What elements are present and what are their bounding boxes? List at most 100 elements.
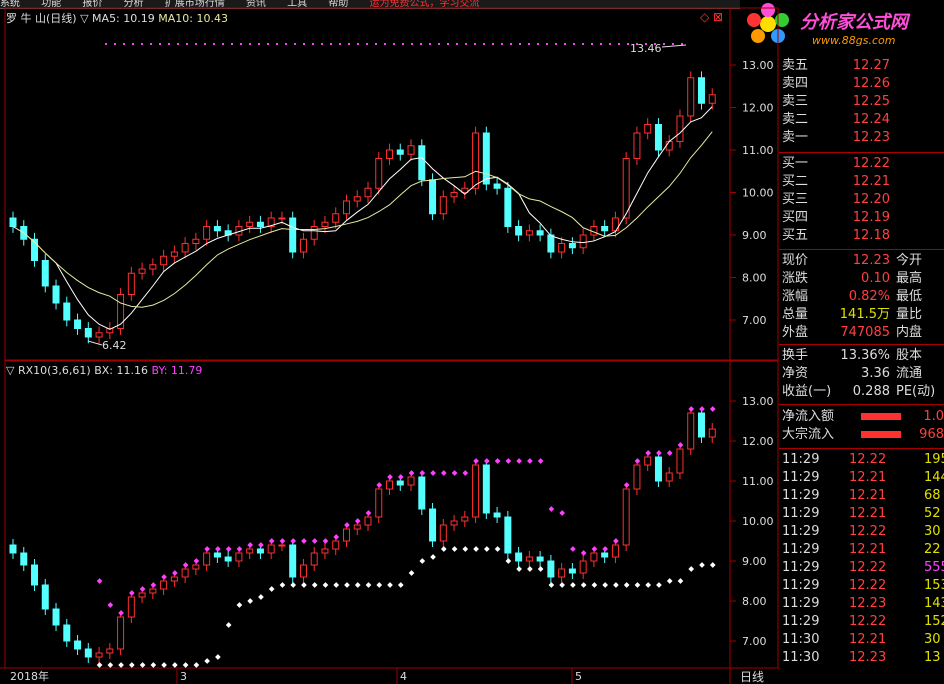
candle-body: [386, 480, 394, 490]
y-tick-label: 13.00: [742, 395, 774, 408]
indicator-candles: [9, 407, 716, 663]
by-dot: [311, 538, 318, 544]
divider: [779, 344, 944, 345]
reference-dot: [618, 43, 620, 45]
fundamental-stats: 换手 13.36% 股本 净资 3.36 流通 收益(一) 0.288 PE(动): [779, 347, 944, 401]
reference-dot: [555, 43, 557, 45]
low-price-label: 6.42: [102, 339, 127, 352]
by-dot: [204, 546, 210, 552]
reference-dot: [186, 43, 188, 45]
candle-body: [299, 564, 307, 578]
bx-dot: [322, 582, 329, 588]
by-dot: [699, 406, 705, 412]
candle-body: [697, 77, 705, 104]
bx-dot: [129, 662, 135, 668]
by-dot: [451, 470, 458, 476]
high-price-label: 13.46: [630, 42, 662, 55]
tick-list[interactable]: 11:2912.22195 11:2912.21144 11:2912.2168…: [779, 451, 944, 667]
reference-dot: [663, 43, 665, 45]
indicator-dropdown-icon[interactable]: ▽: [6, 364, 14, 377]
candle-body: [364, 187, 372, 198]
bx-dot: [311, 582, 318, 588]
candle-body: [418, 476, 426, 510]
by-dot: [623, 482, 630, 488]
by-label: BY: 11.79: [151, 364, 203, 377]
divider: [779, 404, 944, 405]
y-tick-label: 9.00: [742, 229, 767, 242]
dropdown-triangle-icon[interactable]: ▽: [80, 12, 88, 25]
reference-dot: [681, 43, 683, 45]
candle-body: [256, 548, 264, 554]
bx-dot: [494, 546, 501, 552]
candle-body: [493, 183, 501, 189]
candle-body: [590, 552, 598, 562]
reference-dot: [483, 43, 485, 45]
logo-text: 分析家公式网: [800, 12, 908, 33]
reference-dot: [384, 43, 386, 45]
candle-body: [106, 648, 114, 654]
by-dot: [591, 546, 598, 552]
tick-row: 11:2912.22153: [782, 578, 944, 593]
flow-bar: [861, 431, 901, 438]
reference-dot: [312, 43, 314, 45]
bx-dot: [408, 570, 415, 576]
reference-dot: [294, 43, 296, 45]
candle-body: [160, 255, 168, 266]
by-dot: [580, 550, 587, 556]
reference-dot: [303, 43, 305, 45]
bx-dot: [397, 582, 404, 588]
period-label[interactable]: 日线: [740, 670, 764, 684]
bx-dot: [505, 558, 512, 564]
candle-body: [192, 238, 200, 244]
main-candles: [9, 71, 716, 344]
candle-body: [396, 480, 404, 486]
reference-dot: [609, 43, 611, 45]
candle-body: [20, 552, 28, 566]
bx-dot: [333, 582, 340, 588]
candle-body: [407, 476, 415, 486]
by-dot: [172, 570, 178, 576]
candle-body: [547, 234, 555, 253]
reference-dot: [285, 43, 287, 45]
by-dot: [527, 458, 533, 464]
candle-body: [429, 508, 437, 542]
reference-dot: [366, 43, 368, 45]
candle-body: [547, 560, 555, 578]
reference-dot: [519, 43, 521, 45]
candle-body: [676, 448, 684, 474]
reference-dot: [537, 43, 539, 45]
candle-body: [332, 213, 340, 223]
ask-row: 卖一 12.23: [782, 130, 890, 145]
candle-body: [181, 568, 189, 578]
reference-dot: [474, 43, 476, 45]
candle-body: [117, 294, 125, 329]
reference-dot: [123, 43, 125, 45]
reference-dot: [195, 43, 197, 45]
price-chart[interactable]: 13.00 12.00 11.00 10.00 9.00 8.00 7.00 13.00 12…: [0, 0, 779, 684]
candle-body: [536, 230, 544, 236]
y-tick-label: 7.00: [742, 314, 767, 327]
divider: [779, 448, 944, 449]
reference-dot: [393, 43, 395, 45]
bid-book: 买一 12.22 买二 12.21 买三 12.20 买四 12.19 买五 12.18: [779, 155, 944, 245]
by-dot: [387, 474, 393, 480]
reference-dot: [420, 43, 422, 45]
bx-dot: [204, 658, 210, 664]
candle-body: [558, 243, 566, 253]
tick-row: 11:2912.22195: [782, 452, 944, 467]
candle-body: [213, 552, 221, 558]
tick-row: 11:29 12.22 30: [782, 524, 941, 539]
candle-body: [579, 560, 587, 574]
tick-row: 11:30 12.21 30: [782, 632, 941, 647]
candle-body: [687, 77, 695, 117]
by-dot: [279, 538, 286, 544]
candle-body: [708, 428, 716, 438]
by-dot: [215, 546, 221, 552]
by-dot: [505, 458, 512, 464]
candle-body: [310, 552, 318, 566]
chart-window-icons[interactable]: ◇ ⊠: [700, 10, 723, 24]
bx-dot: [462, 546, 469, 552]
candle-body: [418, 145, 426, 181]
stat-row: 外盘 747085 内盘: [782, 325, 923, 340]
by-dot: [494, 458, 501, 464]
